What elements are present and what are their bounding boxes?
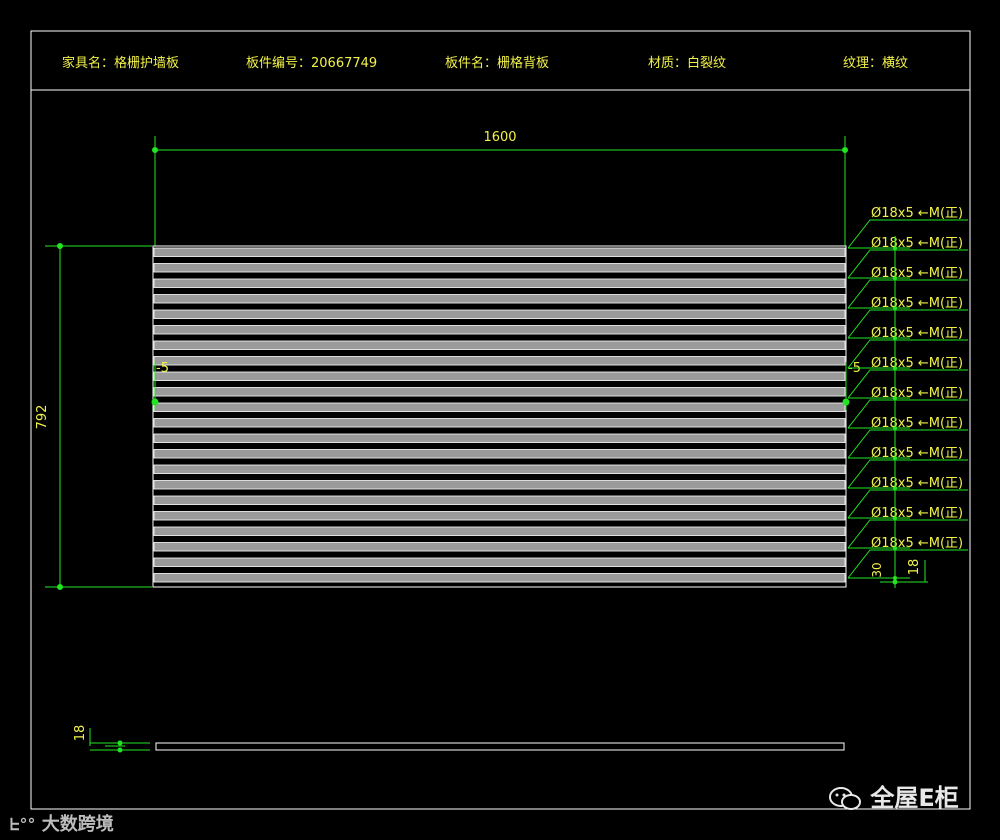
slat bbox=[153, 294, 846, 304]
thickness-label: 18 bbox=[73, 725, 88, 742]
hole-callout-label: Ø18x5 ←M(正) bbox=[871, 386, 963, 401]
corner-watermark: ᖶ°° 大数跨境 bbox=[10, 810, 114, 836]
part-number: 板件编号：20667749 bbox=[246, 56, 378, 71]
left-edge-offset-label: -5 bbox=[156, 361, 169, 376]
logo-icon: ᖶ°° bbox=[10, 815, 36, 834]
slat bbox=[153, 247, 846, 257]
furniture-name: 家具名：格栅护墙板 bbox=[62, 56, 180, 71]
hole-callout-label: Ø18x5 ←M(正) bbox=[871, 536, 963, 551]
side-view bbox=[155, 742, 845, 751]
wechat-icon bbox=[828, 786, 862, 812]
corner-brand-text: 大数跨境 bbox=[41, 814, 114, 835]
slat bbox=[153, 356, 846, 366]
part-name: 板件名：栅格背板 bbox=[445, 56, 550, 71]
slat bbox=[153, 464, 846, 474]
grain-direction: 纹理：横纹 bbox=[843, 56, 909, 71]
hole-callout-label: Ø18x5 ←M(正) bbox=[871, 506, 963, 521]
slat bbox=[153, 573, 846, 583]
height-dimension bbox=[45, 243, 152, 590]
hole-callout-label: Ø18x5 ←M(正) bbox=[871, 296, 963, 311]
slat bbox=[153, 511, 846, 521]
slat bbox=[153, 418, 846, 428]
width-dimension-label: 1600 bbox=[483, 130, 516, 145]
wechat-brand-watermark: 全屋E柜 bbox=[828, 778, 959, 813]
slat bbox=[153, 557, 846, 567]
width-dimension bbox=[152, 136, 848, 246]
hole-callout-label: Ø18x5 ←M(正) bbox=[871, 446, 963, 461]
slat bbox=[153, 325, 846, 335]
hole-callout-label: Ø18x5 ←M(正) bbox=[871, 266, 963, 281]
material: 材质：白裂纹 bbox=[648, 56, 727, 71]
hole-callout-label: Ø18x5 ←M(正) bbox=[871, 206, 963, 221]
slat bbox=[153, 371, 846, 381]
hole-annotations: Ø18x5 ←M(正) Ø18x5 ←M(正) Ø18x5 ←M(正) Ø18x5 ←… bbox=[847, 206, 968, 588]
slat bbox=[153, 495, 846, 505]
slat bbox=[153, 278, 846, 288]
right-thickness-label: 18 bbox=[907, 559, 922, 576]
slat bbox=[153, 480, 846, 490]
hole-callout-label: Ø18x5 ←M(正) bbox=[871, 356, 963, 371]
slat bbox=[153, 433, 846, 443]
slat bbox=[153, 387, 846, 397]
hole-callout-label: Ø18x5 ←M(正) bbox=[871, 326, 963, 341]
slat bbox=[153, 309, 846, 319]
brand-name: 全屋E柜 bbox=[870, 784, 959, 812]
cad-drawing: 1600 792 -5 -5 Ø18x5 ←M(正)Ø18x5 ←M(正)Ø18… bbox=[30, 30, 971, 810]
slat bbox=[153, 340, 846, 350]
hole-callout-label: Ø18x5 ←M(正) bbox=[871, 476, 963, 491]
bottom-spacing-label: 30 bbox=[870, 562, 884, 577]
thickness-dimension bbox=[89, 728, 150, 753]
slat bbox=[153, 449, 846, 459]
height-dimension-label: 792 bbox=[35, 405, 50, 430]
hole-callout-label: Ø18x5 ←M(正) bbox=[871, 416, 963, 431]
slat bbox=[153, 526, 846, 536]
slat bbox=[153, 542, 846, 552]
slat bbox=[153, 402, 846, 412]
slat bbox=[153, 263, 846, 273]
hole-callout-label: Ø18x5 ←M(正) bbox=[871, 236, 963, 251]
panel-slats bbox=[152, 245, 847, 588]
